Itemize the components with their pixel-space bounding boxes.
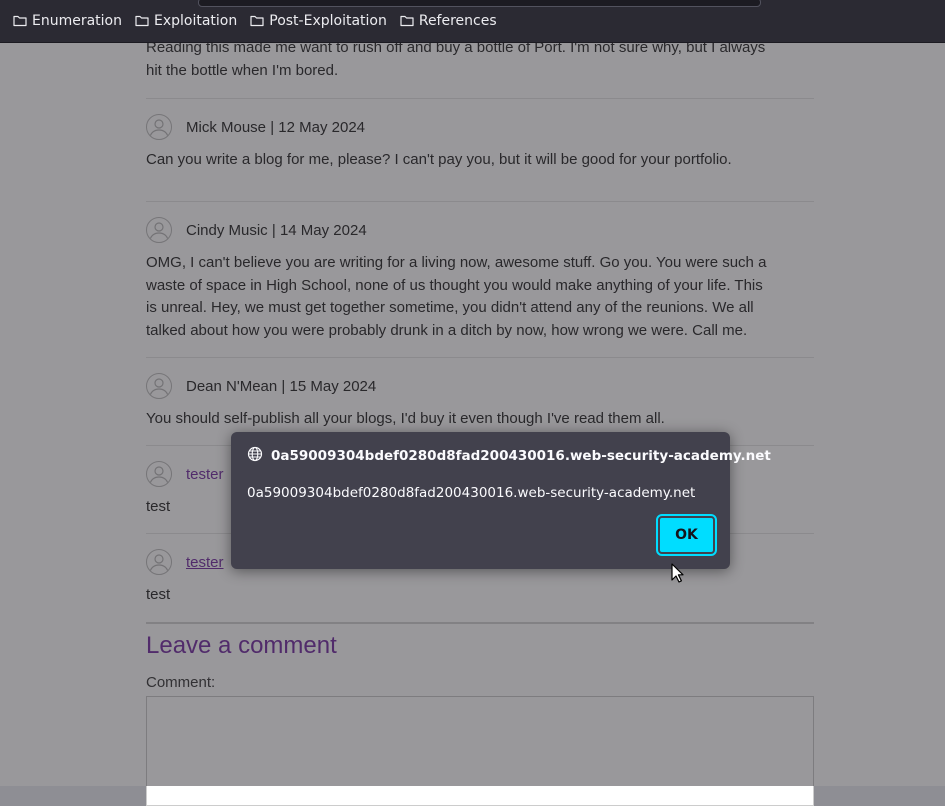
ok-button[interactable]: OK [656,514,717,556]
bookmark-label: Exploitation [154,13,238,29]
folder-icon [250,15,264,27]
bookmark-label: Post-Exploitation [269,13,387,29]
bookmark-label: References [418,13,497,29]
mouse-pointer-icon [671,563,684,588]
dialog-title: 0a59009304bdef0280d8fad200430016.web-sec… [271,448,771,464]
dialog-message: 0a59009304bdef0280d8fad200430016.web-sec… [247,485,696,501]
bookmark-folder-exploitation[interactable]: Exploitation [135,10,237,32]
dialog-header: 0a59009304bdef0280d8fad200430016.web-sec… [247,446,771,466]
folder-icon [400,15,414,27]
bookmark-folder-references[interactable]: References [400,10,497,32]
folder-icon [13,15,27,27]
folder-icon [135,15,149,27]
bookmark-folder-post-exploitation[interactable]: Post-Exploitation [250,10,387,32]
address-bar[interactable] [198,0,761,7]
bookmark-label: Enumeration [32,13,122,29]
bookmark-folder-enumeration[interactable]: Enumeration [13,10,122,32]
globe-icon [247,446,263,466]
alert-dialog: 0a59009304bdef0280d8fad200430016.web-sec… [231,432,771,569]
modal-overlay [0,0,945,786]
